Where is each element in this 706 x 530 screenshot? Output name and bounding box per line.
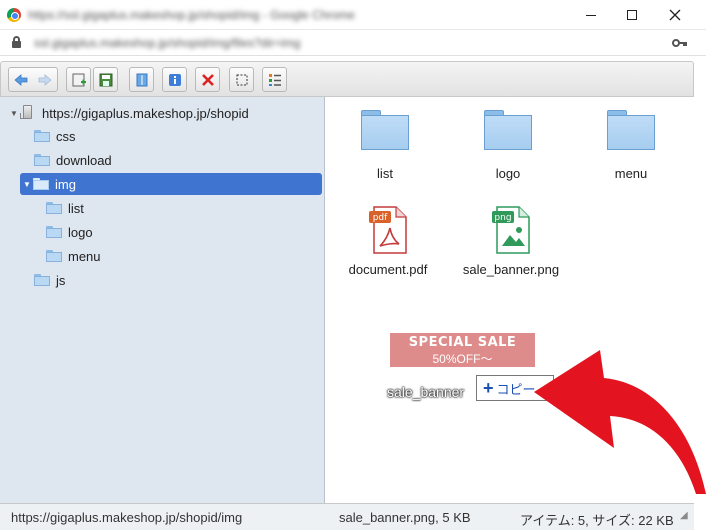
tree-item-label: logo xyxy=(68,224,93,240)
maximize-button[interactable] xyxy=(609,0,655,30)
folder-icon xyxy=(607,110,655,150)
tree-item-css[interactable]: css xyxy=(34,125,76,147)
tree-item-label: css xyxy=(56,128,76,144)
select-button[interactable] xyxy=(229,67,254,92)
info-icon xyxy=(168,73,181,86)
item-label: list xyxy=(377,166,393,181)
window-titlebar: https://ssl.gigaplus.makeshop.jp/shopid/… xyxy=(0,0,706,30)
status-bar: https://gigaplus.makeshop.jp/shopid/img … xyxy=(0,503,694,530)
status-path: https://gigaplus.makeshop.jp/shopid/img xyxy=(11,510,243,525)
key-icon[interactable] xyxy=(672,36,688,51)
minimize-button[interactable] xyxy=(568,0,614,30)
tree-item-label: list xyxy=(68,200,84,216)
plus-icon: + xyxy=(483,378,494,398)
save-button[interactable] xyxy=(93,67,118,92)
tree-item-logo[interactable]: logo xyxy=(46,221,93,243)
info-button[interactable] xyxy=(162,67,187,92)
list-view-button[interactable] xyxy=(262,67,287,92)
folder-open-icon xyxy=(33,178,49,190)
folder-icon xyxy=(34,274,50,286)
url-text: ssl.gigaplus.makeshop.jp/shopid/img/file… xyxy=(34,36,301,50)
expand-caret-icon[interactable]: ▼ xyxy=(10,109,20,118)
close-icon xyxy=(669,9,681,21)
lock-icon xyxy=(12,36,21,48)
png-file-icon: png xyxy=(491,206,531,254)
upload-icon xyxy=(72,73,86,86)
address-bar[interactable]: ssl.gigaplus.makeshop.jp/shopid/img/file… xyxy=(0,30,706,56)
tree-item-img[interactable]: ▼ img xyxy=(20,173,322,195)
red-arrow-annotation xyxy=(534,350,706,494)
folder-icon xyxy=(484,110,532,150)
folder-tree: ▼ https://gigaplus.makeshop.jp/shopid cs… xyxy=(0,97,325,503)
tree-item-label: menu xyxy=(68,248,101,264)
status-selection: sale_banner.png, 5 KB xyxy=(339,510,471,525)
svg-text:png: png xyxy=(494,213,511,223)
folder-item-menu[interactable]: menu xyxy=(576,110,686,181)
tree-root[interactable]: ▼ https://gigaplus.makeshop.jp/shopid xyxy=(10,102,320,124)
folder-item-list[interactable]: list xyxy=(330,110,440,181)
close-button[interactable] xyxy=(652,0,698,30)
file-item-document-pdf[interactable]: pdf document.pdf xyxy=(333,206,443,277)
maximize-icon xyxy=(627,10,637,20)
back-button[interactable] xyxy=(8,67,33,92)
drag-preview-label: sale_banner xyxy=(387,384,465,400)
folder-icon xyxy=(46,250,62,262)
pdf-file-icon: pdf xyxy=(368,206,408,254)
drag-preview-image: SPECIAL SALE 50%OFF～ xyxy=(390,333,535,367)
tree-item-menu[interactable]: menu xyxy=(46,245,101,267)
tree-item-list[interactable]: list xyxy=(46,197,84,219)
tree-item-label: js xyxy=(56,272,66,288)
tree-item-js[interactable]: js xyxy=(34,269,65,291)
tree-item-download[interactable]: download xyxy=(34,149,112,171)
folder-icon xyxy=(46,226,62,238)
status-summary: アイテム: 5, サイズ: 22 KB xyxy=(520,513,674,528)
file-item-sale-banner-png[interactable]: png sale_banner.png xyxy=(456,206,566,277)
select-icon xyxy=(236,74,247,85)
window-title: https://ssl.gigaplus.makeshop.jp/shopid/… xyxy=(28,8,355,22)
tree-root-label: https://gigaplus.makeshop.jp/shopid xyxy=(42,105,249,121)
item-label: menu xyxy=(614,166,648,181)
minimize-icon xyxy=(586,14,596,16)
tree-item-label: img xyxy=(55,176,76,192)
item-label: logo xyxy=(495,166,521,181)
save-icon xyxy=(99,73,112,86)
delete-icon xyxy=(201,73,214,86)
bookmark-icon xyxy=(136,73,147,86)
folder-icon xyxy=(34,154,50,166)
drag-preview-line2: 50%OFF～ xyxy=(432,352,493,366)
server-icon xyxy=(20,105,34,121)
folder-item-logo[interactable]: logo xyxy=(453,110,563,181)
folder-icon xyxy=(46,202,62,214)
forward-icon xyxy=(38,73,52,86)
forward-button[interactable] xyxy=(32,67,57,92)
tree-item-label: download xyxy=(56,152,112,168)
bookmark-button[interactable] xyxy=(129,67,154,92)
svg-text:pdf: pdf xyxy=(373,213,388,223)
list-view-icon xyxy=(268,73,281,86)
delete-button[interactable] xyxy=(195,67,220,92)
folder-icon xyxy=(34,130,50,142)
folder-icon xyxy=(361,110,409,150)
upload-button[interactable] xyxy=(66,67,91,92)
item-label: document.pdf xyxy=(348,262,428,277)
drag-preview-line1: SPECIAL SALE xyxy=(408,335,517,350)
item-label: sale_banner.png xyxy=(462,262,560,277)
toolbar xyxy=(0,61,694,97)
back-icon xyxy=(13,73,27,86)
expand-caret-icon[interactable]: ▼ xyxy=(23,180,33,189)
chrome-icon xyxy=(7,8,21,22)
resize-grip-icon[interactable]: ◢ xyxy=(680,510,688,521)
